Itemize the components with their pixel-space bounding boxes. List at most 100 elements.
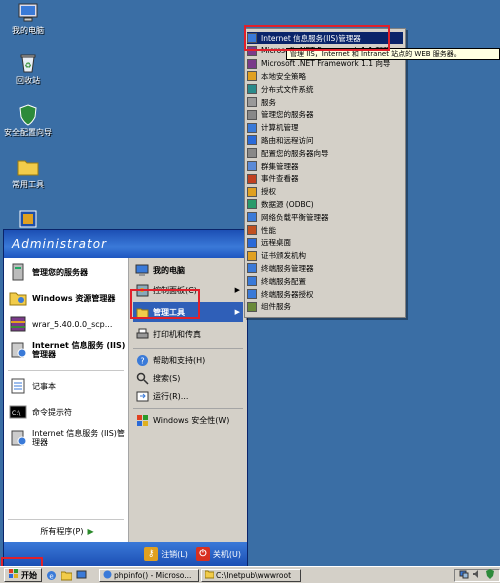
menu-item-search[interactable]: 搜索(S) (133, 370, 243, 386)
desktop-icon-recycle-bin[interactable]: ♻ 回收站 (2, 52, 54, 86)
submenu-item[interactable]: 计算机管理 (247, 122, 403, 134)
submenu-item-label: 路由和远程访问 (261, 135, 314, 145)
menu-item-help[interactable]: ? 帮助和支持(H) (133, 352, 243, 368)
pinned-item-winrar[interactable]: wrar_5.40.0.0_scp... (8, 314, 126, 334)
run-icon (135, 389, 149, 403)
submenu-item[interactable]: 群集管理器 (247, 160, 403, 172)
svg-text:C:\: C:\ (12, 410, 21, 417)
menu-item-label: Internet 信息服务 (IIS)管理器 (32, 341, 126, 359)
network-icon[interactable] (459, 569, 469, 581)
menu-item-label: 运行(R)... (153, 391, 189, 401)
menu-item-my-computer[interactable]: 我的电脑 (133, 262, 243, 278)
windows-logo-icon (135, 413, 149, 427)
recent-item-iis[interactable]: Internet 信息服务 (IIS)管理器 (8, 428, 126, 448)
application-icon (16, 208, 40, 230)
desktop-quicklaunch-icon[interactable] (75, 569, 87, 581)
admin-tool-icon (247, 97, 257, 107)
key-icon: ⚷ (144, 547, 159, 561)
desktop-icon-tools-folder[interactable]: 常用工具 (2, 156, 54, 190)
printer-icon (135, 327, 149, 341)
submenu-item[interactable]: 数据源 (ODBC) (247, 198, 403, 210)
taskbar-task-phpinfo[interactable]: phpinfo() - Microso... (99, 568, 199, 582)
admin-tool-icon (247, 263, 257, 274)
iis-icon (8, 428, 28, 448)
submenu-item-label: 计算机管理 (261, 123, 299, 133)
menu-item-label: Windows 安全性(W) (153, 415, 230, 425)
ie-quicklaunch-icon[interactable]: e (45, 569, 57, 581)
submenu-item[interactable]: 授权 (247, 186, 403, 198)
shutdown-button[interactable]: ⏻ 关机(U) (195, 547, 241, 561)
submenu-item-label: 终端服务配置 (261, 276, 306, 286)
menu-item-label: 记事本 (32, 381, 56, 391)
admin-tool-icon (247, 289, 257, 299)
admin-tool-icon (247, 212, 257, 223)
menu-item-label: 打印机和传真 (153, 329, 201, 339)
submenu-item-label: 管理您的服务器 (261, 110, 314, 120)
system-tray (454, 568, 500, 582)
submenu-item-label: 服务 (261, 97, 276, 107)
submenu-item[interactable]: 终端服务管理器 (247, 262, 403, 274)
menu-item-printers[interactable]: 打印机和传真 (133, 326, 243, 342)
desktop-icon-security-wizard[interactable]: 安全配置向导 (2, 104, 54, 138)
pinned-item-iis[interactable]: Internet 信息服务 (IIS)管理器 (8, 340, 126, 360)
submenu-item[interactable]: 组件服务 (247, 301, 403, 313)
recent-item-notepad[interactable]: 记事本 (8, 376, 126, 396)
submenu-item[interactable]: 本地安全策略 (247, 70, 403, 82)
volume-icon[interactable] (472, 569, 482, 581)
submenu-item[interactable]: 远程桌面 (247, 237, 403, 249)
all-programs-button[interactable]: 所有程序(P) ▶ (8, 524, 126, 538)
submenu-item-label: 本地安全策略 (261, 71, 306, 81)
logoff-button[interactable]: ⚷ 注销(L) (144, 547, 188, 561)
submenu-item-label: 终端服务管理器 (261, 263, 314, 273)
desktop-icon-label: 安全配置向导 (4, 128, 52, 137)
security-icon[interactable] (485, 569, 495, 581)
submenu-item[interactable]: 配置您的服务器向导 (247, 147, 403, 159)
annotation-box-iis (244, 25, 390, 51)
submenu-item-label: 证书颁发机构 (261, 251, 306, 261)
menu-item-run[interactable]: 运行(R)... (133, 388, 243, 404)
submenu-item[interactable]: 证书颁发机构 (247, 250, 403, 262)
menu-item-label: Windows 资源管理器 (32, 293, 116, 303)
submenu-item[interactable]: 事件查看器 (247, 173, 403, 185)
desktop-icon-my-computer[interactable]: 我的电脑 (2, 2, 54, 36)
submenu-item-label: 授权 (261, 187, 276, 197)
admin-tool-icon (247, 161, 257, 171)
submenu-item[interactable]: 网络负载平衡管理器 (247, 211, 403, 223)
submenu-item[interactable]: 终端服务配置 (247, 275, 403, 287)
taskbar-task-explorer[interactable]: C:\Inetpub\wwwroot (201, 568, 301, 582)
computer-icon (16, 2, 40, 24)
recent-item-cmd[interactable]: C:\ 命令提示符 (8, 402, 126, 422)
menu-item-label: wrar_5.40.0.0_scp... (32, 319, 113, 329)
submenu-item-label: 组件服务 (261, 302, 291, 312)
desktop-icon-label: 我的电脑 (12, 26, 44, 35)
search-icon (135, 371, 149, 385)
start-button[interactable]: 开始 (4, 568, 42, 582)
pinned-item-explorer[interactable]: Windows 资源管理器 (8, 288, 126, 308)
computer-icon (135, 263, 149, 277)
menu-item-windows-security[interactable]: Windows 安全性(W) (133, 412, 243, 428)
submenu-item-label: 群集管理器 (261, 161, 299, 171)
admin-tool-icon (247, 71, 257, 82)
svg-text:♻: ♻ (24, 61, 31, 70)
submenu-item-label: 配置您的服务器向导 (261, 148, 329, 158)
pinned-item-manage-server[interactable]: 管理您的服务器 (8, 262, 126, 282)
submenu-item-label: 终端服务器授权 (261, 289, 314, 299)
archive-icon (8, 314, 28, 334)
server-icon (8, 262, 28, 282)
admin-tool-icon (247, 122, 257, 133)
power-icon: ⏻ (195, 547, 210, 561)
submenu-item[interactable]: 终端服务器授权 (247, 288, 403, 300)
submenu-item[interactable]: 路由和远程访问 (247, 134, 403, 146)
submenu-item-label: 远程桌面 (261, 238, 291, 248)
submenu-item-label: 性能 (261, 225, 276, 235)
submenu-item-label: 网络负载平衡管理器 (261, 212, 329, 222)
svg-text:e: e (49, 572, 53, 580)
submenu-item[interactable]: 服务 (247, 96, 403, 108)
admin-tool-icon (247, 173, 257, 184)
admin-tool-icon (247, 109, 257, 120)
submenu-item[interactable]: 性能 (247, 224, 403, 236)
submenu-item[interactable]: 分布式文件系统 (247, 83, 403, 95)
start-label: 开始 (21, 570, 37, 580)
submenu-item[interactable]: 管理您的服务器 (247, 109, 403, 121)
folder-quicklaunch-icon[interactable] (60, 569, 72, 581)
